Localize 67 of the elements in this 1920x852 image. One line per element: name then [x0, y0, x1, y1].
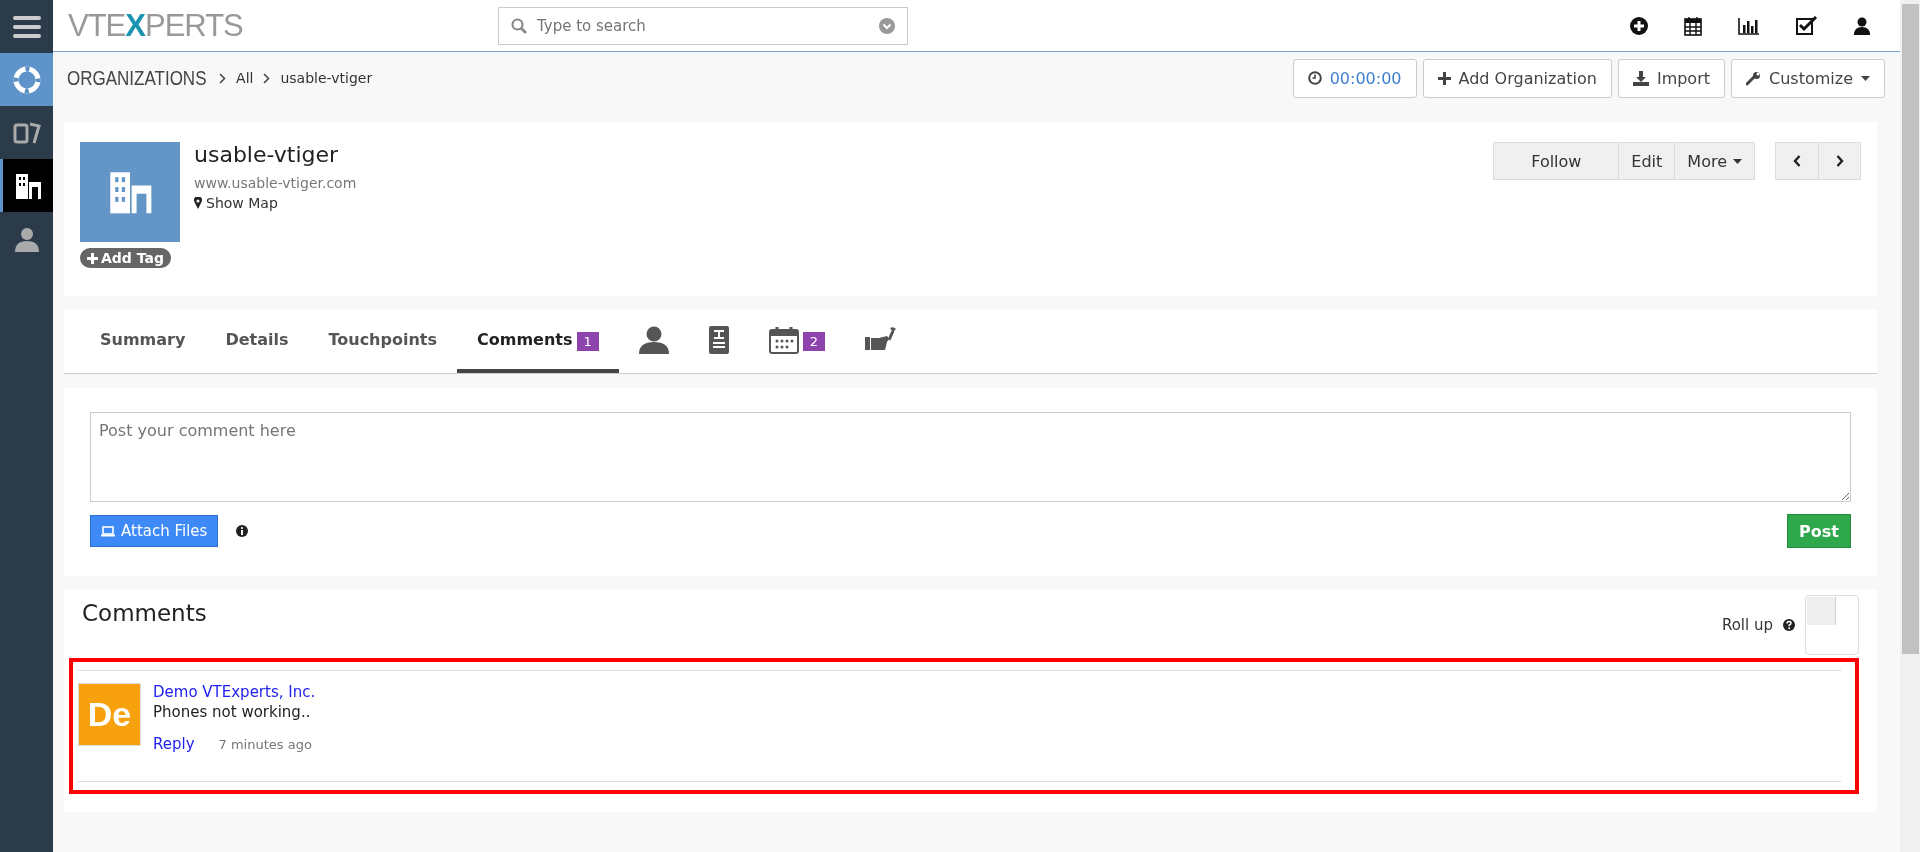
scrollbar-thumb[interactable]: [1902, 4, 1919, 654]
tab[interactable]: Details: [205, 310, 309, 373]
sidebar-building-button[interactable]: [0, 159, 53, 212]
comment-input[interactable]: Post your comment here: [90, 412, 1851, 502]
laptop-icon: [101, 525, 115, 537]
tab[interactable]: Touchpoints: [308, 310, 457, 373]
logo: VTEXPERTS: [68, 7, 244, 44]
comment-time: 7 minutes ago: [218, 737, 312, 752]
help-icon[interactable]: [1783, 619, 1795, 631]
info-icon[interactable]: [236, 525, 249, 537]
chevron-down-icon: [879, 17, 895, 34]
show-map-link[interactable]: Show Map: [194, 195, 357, 211]
record-name: usable-vtiger: [194, 142, 340, 167]
checkbox-icon[interactable]: [1796, 15, 1818, 36]
chevron-left-icon: [1793, 155, 1801, 167]
user-icon[interactable]: [1854, 16, 1870, 35]
breadcrumb-item[interactable]: All: [236, 70, 254, 86]
user-icon: [13, 225, 40, 252]
module-title[interactable]: ORGANIZATIONS: [67, 66, 207, 90]
count-badge: 1: [576, 332, 599, 351]
calendar-icon[interactable]: [1684, 15, 1702, 36]
customize-button[interactable]: Customize: [1731, 58, 1885, 98]
section-title: Comments: [82, 600, 207, 626]
next-button[interactable]: [1818, 143, 1860, 179]
plus-icon: [87, 252, 98, 264]
tab[interactable]: Summary: [80, 310, 206, 373]
import-button[interactable]: Import: [1617, 58, 1725, 98]
chevron-right-icon: [263, 72, 271, 84]
reply-link[interactable]: Reply: [153, 735, 195, 753]
previous-button[interactable]: [1776, 143, 1818, 179]
record-action-button[interactable]: More: [1674, 143, 1754, 179]
building-icon: [14, 172, 42, 199]
chevron-right-icon: [1835, 155, 1844, 167]
clock-icon: [1307, 71, 1322, 85]
person-icon: [638, 325, 669, 354]
search-bar[interactable]: Type to search: [498, 6, 908, 45]
timer-button[interactable]: 00:00:00: [1292, 58, 1417, 98]
caret-down-icon: [1861, 75, 1870, 81]
roll-up-toggle[interactable]: [1805, 595, 1859, 655]
comment-author-link[interactable]: Demo VTExperts, Inc.: [153, 683, 316, 701]
document-icon: [708, 325, 729, 354]
map-pin-icon: [194, 197, 202, 209]
caret-down-icon: [1733, 158, 1742, 164]
comment-text: Phones not working..: [153, 703, 312, 721]
search-icon: [511, 17, 527, 34]
calendar-icon: [768, 325, 799, 354]
sidebar-lifebuoy-button[interactable]: [0, 53, 53, 106]
wrench-icon: [1746, 70, 1761, 86]
download-icon: [1632, 70, 1649, 86]
plus-icon: [1437, 71, 1451, 85]
count-badge: 2: [802, 332, 826, 351]
organization-icon: [80, 142, 180, 242]
tab[interactable]: Comments 1: [457, 310, 619, 373]
bar-chart-icon[interactable]: [1738, 16, 1760, 35]
record-action-button[interactable]: Edit: [1618, 143, 1675, 179]
record-action-button[interactable]: Follow: [1494, 143, 1619, 179]
roll-up-label: Roll up: [1721, 616, 1773, 634]
chevron-right-icon: [219, 72, 227, 84]
add-tag-button[interactable]: Add Tag: [80, 248, 171, 268]
menu-icon: [12, 14, 41, 39]
website-link[interactable]: www.usable-vtiger.com: [194, 175, 357, 191]
calendar-tab[interactable]: 2: [748, 310, 846, 373]
avatar: De: [78, 683, 141, 746]
breadcrumb-item[interactable]: usable-vtiger: [280, 70, 373, 86]
add-icon[interactable]: [1630, 16, 1648, 35]
add-button[interactable]: Add Organization: [1422, 58, 1612, 98]
lifebuoy-icon: [12, 65, 41, 94]
